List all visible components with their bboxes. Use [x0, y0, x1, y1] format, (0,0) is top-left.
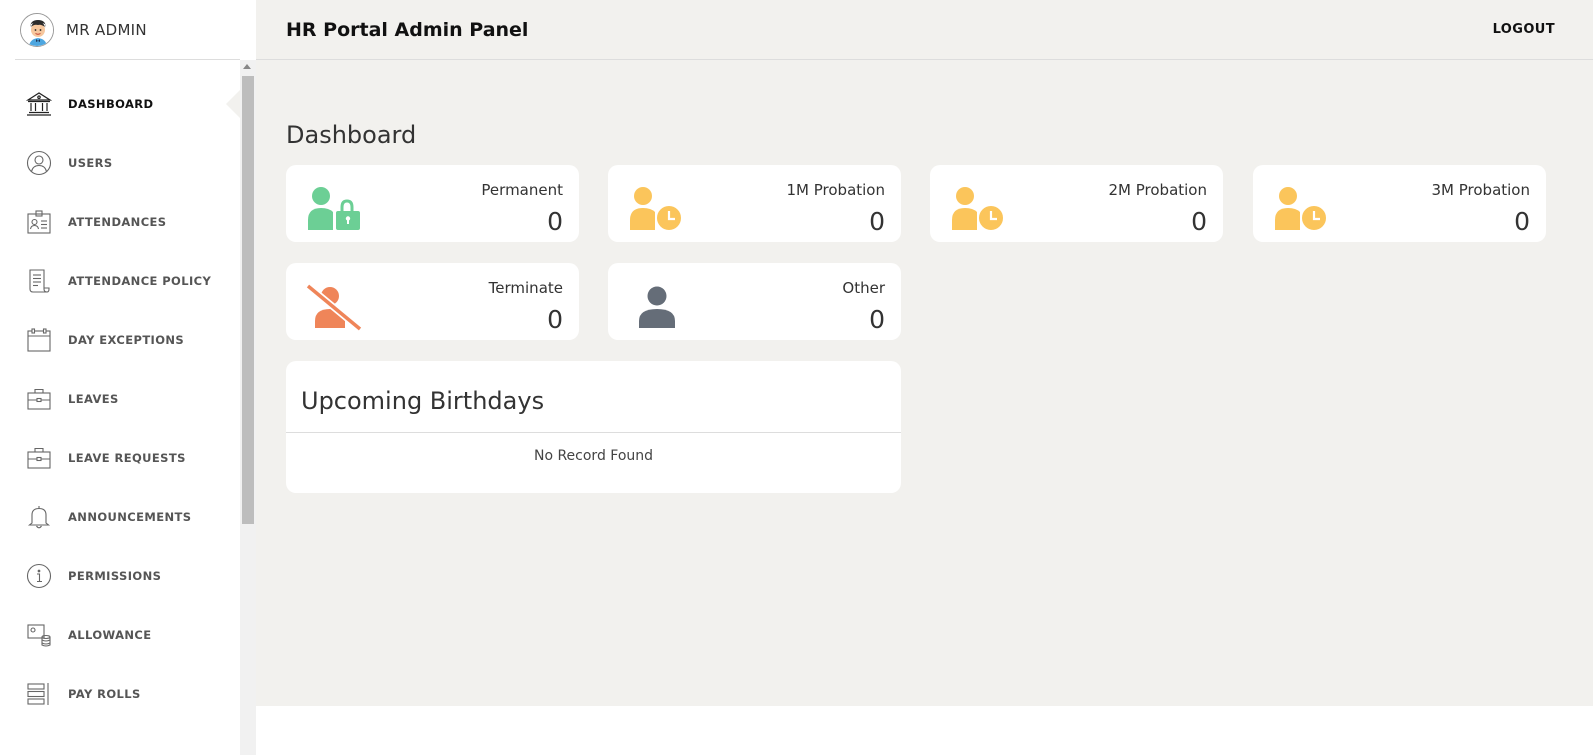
payroll-icon: [26, 681, 52, 707]
stat-label: 3M Probation: [1431, 181, 1531, 199]
info-icon: [26, 563, 52, 589]
stat-label: 2M Probation: [1108, 181, 1208, 199]
sidebar-item-label: LEAVES: [68, 391, 119, 406]
allowance-icon: [26, 622, 52, 648]
stat-card-1m-probation[interactable]: 1M Probation 0: [608, 165, 901, 242]
user-slash-icon: [305, 283, 363, 332]
avatar[interactable]: [20, 12, 54, 47]
scroll-up-arrow-icon[interactable]: [243, 64, 251, 69]
stat-label: Permanent: [481, 181, 563, 199]
sidebar-item-label: DASHBOARD: [68, 96, 154, 111]
sidebar: MR ADMIN DASHBOARD USERS ATTENDANCES ATT…: [0, 0, 256, 755]
user-clock-icon: [628, 185, 684, 233]
divider: [286, 432, 901, 433]
birthdays-title: Upcoming Birthdays: [301, 387, 545, 415]
sidebar-item-label: ATTENDANCES: [68, 214, 167, 229]
stat-value: 0: [547, 207, 563, 236]
stat-card-2m-probation[interactable]: 2M Probation 0: [930, 165, 1223, 242]
sidebar-item-permissions[interactable]: PERMISSIONS: [0, 546, 240, 605]
sidebar-item-label: ANNOUNCEMENTS: [68, 509, 192, 524]
bell-icon: [26, 504, 52, 530]
sidebar-item-dashboard[interactable]: DASHBOARD: [0, 74, 242, 133]
stat-value: 0: [547, 305, 563, 334]
sidebar-item-label: ATTENDANCE POLICY: [68, 273, 212, 288]
briefcase-icon: [26, 445, 52, 471]
stat-value: 0: [869, 207, 885, 236]
panel-title: HR Portal Admin Panel: [286, 18, 529, 41]
sidebar-item-pay-rolls[interactable]: PAY ROLLS: [0, 664, 240, 723]
sidebar-scrollbar[interactable]: [240, 60, 256, 755]
sidebar-profile: MR ADMIN: [15, 0, 240, 60]
document-icon: [26, 268, 52, 294]
id-card-icon: [26, 209, 52, 235]
admin-name: MR ADMIN: [66, 20, 147, 39]
bank-icon: [26, 91, 52, 117]
user-circle-icon: [26, 150, 52, 176]
sidebar-item-attendance-policy[interactable]: ATTENDANCE POLICY: [0, 251, 240, 310]
sidebar-item-label: PAY ROLLS: [68, 686, 141, 701]
briefcase-icon: [26, 386, 52, 412]
footer: [256, 706, 1593, 755]
sidebar-item-label: LEAVE REQUESTS: [68, 450, 186, 465]
sidebar-item-label: ALLOWANCE: [68, 627, 152, 642]
scrollbar-thumb[interactable]: [242, 76, 254, 524]
stat-value: 0: [869, 305, 885, 334]
main-content: Dashboard Permanent 0 1M Probation 0 2M …: [256, 60, 1593, 706]
upcoming-birthdays-card: Upcoming Birthdays No Record Found: [286, 361, 901, 493]
sidebar-item-allowance[interactable]: ALLOWANCE: [0, 605, 240, 664]
sidebar-item-label: PERMISSIONS: [68, 568, 162, 583]
sidebar-item-label: USERS: [68, 155, 113, 170]
user-clock-icon: [1273, 185, 1329, 233]
user-clock-icon: [950, 185, 1006, 233]
sidebar-item-announcements[interactable]: ANNOUNCEMENTS: [0, 487, 240, 546]
sidebar-item-day-exceptions[interactable]: DAY EXCEPTIONS: [0, 310, 240, 369]
user-lock-icon: [306, 185, 362, 233]
user-icon: [628, 283, 684, 331]
stat-label: Terminate: [488, 279, 563, 297]
sidebar-item-leaves[interactable]: LEAVES: [0, 369, 240, 428]
sidebar-item-leave-requests[interactable]: LEAVE REQUESTS: [0, 428, 240, 487]
stat-card-other[interactable]: Other 0: [608, 263, 901, 340]
top-bar: HR Portal Admin Panel LOGOUT: [256, 0, 1593, 60]
sidebar-item-label: DAY EXCEPTIONS: [68, 332, 185, 347]
stat-value: 0: [1514, 207, 1530, 236]
sidebar-item-users[interactable]: USERS: [0, 133, 240, 192]
stat-card-3m-probation[interactable]: 3M Probation 0: [1253, 165, 1546, 242]
stat-label: 1M Probation: [786, 181, 886, 199]
sidebar-item-attendances[interactable]: ATTENDANCES: [0, 192, 240, 251]
stat-card-permanent[interactable]: Permanent 0: [286, 165, 579, 242]
stat-value: 0: [1191, 207, 1207, 236]
page-title: Dashboard: [286, 121, 417, 149]
calendar-icon: [26, 327, 52, 353]
logout-button[interactable]: LOGOUT: [1493, 22, 1555, 37]
stat-card-terminate[interactable]: Terminate 0: [286, 263, 579, 340]
empty-state-text: No Record Found: [533, 448, 654, 464]
sidebar-nav: DASHBOARD USERS ATTENDANCES ATTENDANCE P…: [0, 74, 242, 723]
stat-label: Other: [842, 279, 885, 297]
